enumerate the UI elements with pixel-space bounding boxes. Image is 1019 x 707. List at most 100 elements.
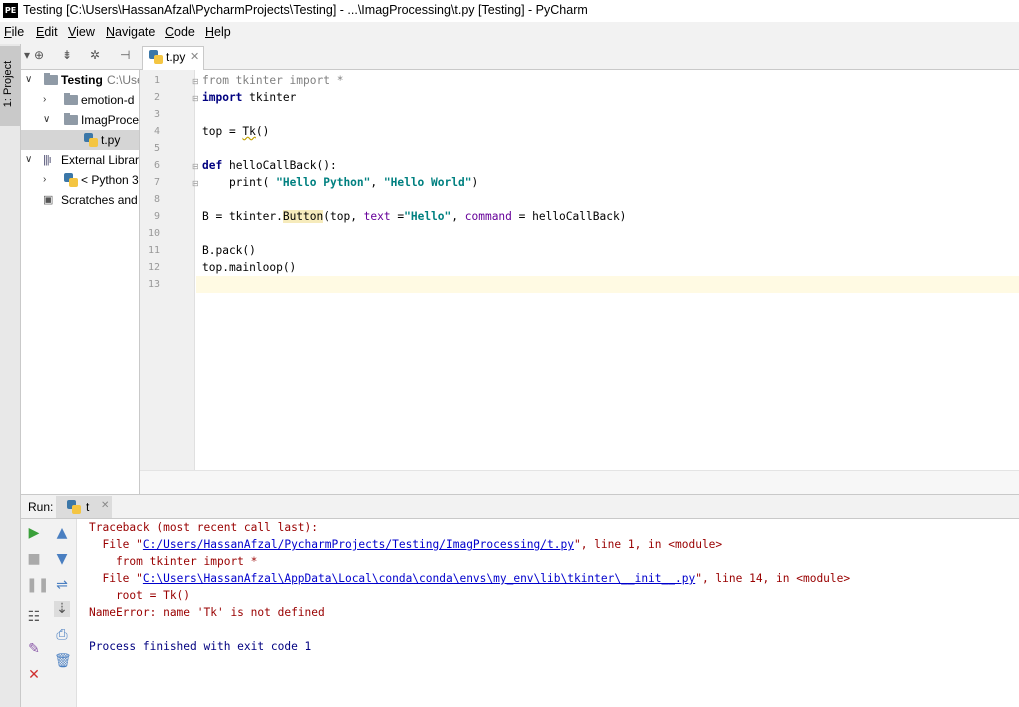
close-icon[interactable]: ✕ bbox=[190, 50, 199, 63]
trash-icon[interactable]: 🗑 bbox=[54, 653, 72, 669]
code-text: tkinter bbox=[242, 91, 297, 104]
dropdown-icon[interactable]: ▾ bbox=[24, 48, 30, 62]
console-line: Traceback (most recent call last): bbox=[89, 521, 319, 534]
string-literal: "Hello World" bbox=[383, 176, 472, 189]
editor-horizontal-scrollbar[interactable] bbox=[140, 470, 1019, 495]
keyword: import bbox=[202, 91, 243, 104]
code-text: top = bbox=[202, 125, 243, 138]
keyword: def bbox=[202, 159, 223, 172]
menu-edit[interactable]: Edit bbox=[36, 25, 58, 39]
menu-navigate[interactable]: Navigate bbox=[106, 25, 155, 39]
code-text: print( bbox=[202, 176, 277, 189]
tree-item-label: Testing bbox=[61, 73, 103, 87]
print-icon[interactable]: ⎙ bbox=[54, 627, 70, 643]
code-text: = helloCallBack) bbox=[511, 210, 627, 223]
chevron-right-icon[interactable]: › bbox=[43, 170, 46, 190]
pause-icon[interactable]: ❚❚ bbox=[26, 577, 49, 593]
pin-tab-icon[interactable]: ✎ bbox=[26, 641, 42, 657]
tab-label: t.py bbox=[166, 50, 186, 64]
line-number: 2 bbox=[153, 92, 160, 103]
code-text: helloCallBack(): bbox=[222, 159, 337, 172]
rerun-play-icon[interactable]: ▶ bbox=[26, 525, 42, 541]
code-line-7: print( "Hello Python", "Hello World") bbox=[202, 176, 478, 189]
code-line-4: top = Tk() bbox=[202, 125, 269, 138]
tree-item-label: emotion-d bbox=[81, 93, 135, 107]
gear-icon[interactable]: ✲ bbox=[90, 48, 100, 62]
folder-icon bbox=[44, 73, 58, 85]
tree-item-emotion[interactable]: › emotion-d bbox=[21, 90, 139, 110]
menu-help[interactable]: Help bbox=[205, 25, 231, 39]
window-title: Testing [C:\Users\HassanAfzal\PycharmPro… bbox=[23, 3, 588, 17]
tree-item-external-libraries[interactable]: ∨ |||ı External Librari bbox=[21, 150, 139, 170]
tree-item-label: Scratches and ( bbox=[61, 193, 140, 207]
project-tool-label[interactable]: 1: Project bbox=[2, 52, 18, 116]
code-text: , bbox=[451, 210, 465, 223]
chevron-down-icon[interactable]: ∨ bbox=[43, 110, 50, 130]
line-number: 5 bbox=[153, 143, 160, 154]
python-file-icon bbox=[67, 500, 81, 514]
caret-row-highlight bbox=[196, 276, 1019, 293]
console-text: ", line 1, in <module> bbox=[573, 538, 723, 551]
line-number: 7 bbox=[153, 177, 160, 188]
line-number: 4 bbox=[153, 126, 160, 137]
locate-target-icon[interactable]: ⊕ bbox=[34, 48, 44, 62]
console-file-link[interactable]: C:\Users\HassanAfzal\AppData\Local\conda… bbox=[143, 572, 695, 585]
menu-file[interactable]: File bbox=[4, 25, 24, 39]
run-panel-header bbox=[21, 494, 1019, 519]
tree-item-t-py[interactable]: t.py bbox=[21, 130, 139, 150]
line-number: 9 bbox=[153, 211, 160, 222]
project-tree: ∨ Testing C:\Use › emotion-d ∨ ImagProce… bbox=[21, 70, 140, 494]
close-icon[interactable]: ✕ bbox=[26, 667, 42, 683]
fold-marker-icon[interactable]: ⊟ bbox=[192, 162, 199, 171]
scroll-to-end-icon[interactable]: ⇣ bbox=[54, 601, 70, 617]
line-number: 13 bbox=[147, 279, 160, 290]
fold-marker-icon[interactable]: ⊟ bbox=[192, 94, 199, 103]
chevron-right-icon[interactable]: › bbox=[43, 90, 46, 110]
chevron-down-icon[interactable]: ∨ bbox=[25, 70, 32, 90]
unresolved-reference: Tk bbox=[242, 125, 256, 138]
tree-item-testing[interactable]: ∨ Testing C:\Use bbox=[21, 70, 139, 90]
fold-marker-icon[interactable]: ⊟ bbox=[192, 77, 199, 86]
tree-item-label: < Python 3 bbox=[81, 173, 139, 187]
console-text: File " bbox=[89, 572, 143, 585]
code-text: () bbox=[255, 125, 270, 138]
highlighted-identifier: Button bbox=[282, 210, 324, 223]
code-line-6: def helloCallBack(): bbox=[202, 159, 337, 172]
hide-panel-icon[interactable]: ⊣ bbox=[120, 48, 130, 62]
line-number: 12 bbox=[147, 262, 160, 273]
dump-threads-icon[interactable]: ☷ bbox=[26, 609, 42, 625]
line-number: 11 bbox=[147, 245, 160, 256]
close-icon[interactable]: ✕ bbox=[101, 500, 109, 511]
collapse-all-icon[interactable]: ⇟ bbox=[62, 48, 72, 62]
chevron-down-icon[interactable]: ∨ bbox=[25, 150, 32, 170]
menu-view[interactable]: View bbox=[68, 25, 95, 39]
code-text: , bbox=[370, 176, 384, 189]
stop-icon[interactable]: ■ bbox=[26, 551, 42, 567]
menu-code[interactable]: Code bbox=[165, 25, 195, 39]
code-text: B = tkinter. bbox=[202, 210, 283, 223]
tree-item-imagprocessing[interactable]: ∨ ImagProce bbox=[21, 110, 140, 130]
tree-item-label: ImagProce bbox=[81, 113, 140, 127]
string-literal: "Hello" bbox=[404, 210, 452, 223]
python-file-icon bbox=[84, 133, 98, 147]
pycharm-logo-icon: PE bbox=[3, 3, 18, 18]
console-text: ", line 14, in <module> bbox=[695, 572, 851, 585]
console-exit-line: Process finished with exit code 1 bbox=[89, 640, 312, 653]
tree-item-python-sdk[interactable]: › < Python 3 bbox=[21, 170, 139, 190]
soft-wrap-icon[interactable]: ⇌ bbox=[54, 577, 70, 593]
line-number: 6 bbox=[153, 160, 160, 171]
tree-item-scratches[interactable]: ▣ Scratches and ( bbox=[21, 190, 140, 210]
named-argument: text bbox=[363, 210, 391, 223]
arrow-down-icon[interactable]: ▼ bbox=[54, 551, 70, 567]
menu-bar: File Edit View Navigate Code Help bbox=[0, 22, 1019, 44]
python-icon bbox=[64, 173, 78, 187]
arrow-up-icon[interactable]: ▲ bbox=[54, 525, 70, 541]
code-line-2: import tkinter bbox=[202, 91, 296, 104]
fold-marker-icon[interactable]: ⊟ bbox=[192, 179, 199, 188]
console-text: File " bbox=[89, 538, 143, 551]
code-line-9: B = tkinter.Button(top, text ="Hello", c… bbox=[202, 210, 626, 223]
console-file-link[interactable]: C:/Users/HassanAfzal/PycharmProjects/Tes… bbox=[143, 538, 574, 551]
code-text: = bbox=[390, 210, 405, 223]
code-line-11: B.pack() bbox=[202, 244, 256, 257]
console-line: File "C:\Users\HassanAfzal\AppData\Local… bbox=[89, 572, 850, 585]
